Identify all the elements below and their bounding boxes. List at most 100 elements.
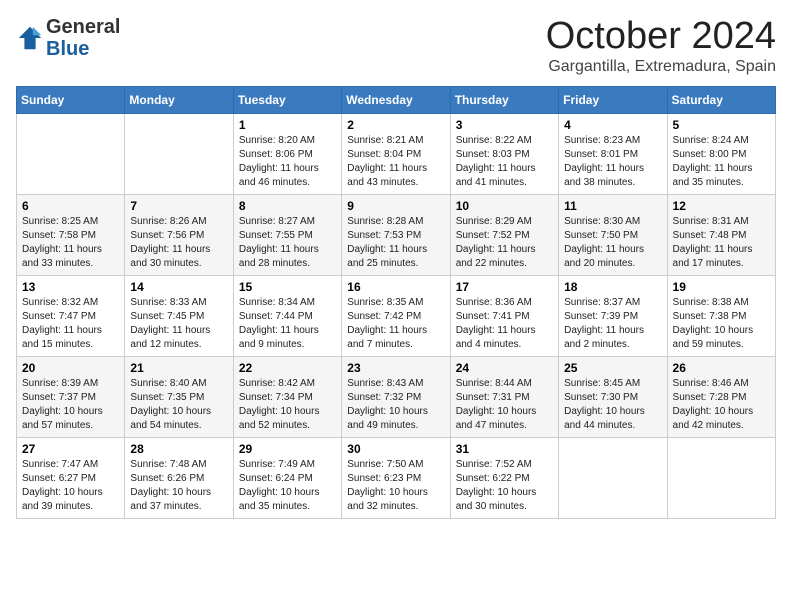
day-number: 12 xyxy=(673,199,770,213)
day-number: 9 xyxy=(347,199,444,213)
calendar-cell: 16Sunrise: 8:35 AM Sunset: 7:42 PM Dayli… xyxy=(342,275,450,356)
day-number: 21 xyxy=(130,361,227,375)
day-content: Sunrise: 8:31 AM Sunset: 7:48 PM Dayligh… xyxy=(673,215,770,271)
day-number: 16 xyxy=(347,280,444,294)
calendar-cell: 2 Sunrise: 8:21 AM Sunset: 8:04 PM Daylig… xyxy=(342,113,450,194)
calendar-body: 1 Sunrise: 8:20 AM Sunset: 8:06 PM Daylig… xyxy=(17,113,776,518)
logo-blue: Blue xyxy=(46,38,89,60)
day-content: Sunrise: 8:39 AM Sunset: 7:37 PM Dayligh… xyxy=(22,377,119,433)
logo-icon xyxy=(16,24,44,52)
day-content: Sunrise: 8:28 AM Sunset: 7:53 PM Dayligh… xyxy=(347,215,444,271)
day-content: Sunrise: 8:37 AM Sunset: 7:39 PM Dayligh… xyxy=(564,296,661,352)
day-header-monday: Monday xyxy=(125,86,233,113)
day-content: Sunrise: 8:46 AM Sunset: 7:28 PM Dayligh… xyxy=(673,377,770,433)
day-header-wednesday: Wednesday xyxy=(342,86,450,113)
logo-text: General Blue xyxy=(46,16,120,60)
day-content: Sunrise: 8:45 AM Sunset: 7:30 PM Dayligh… xyxy=(564,377,661,433)
day-content: Sunrise: 8:30 AM Sunset: 7:50 PM Dayligh… xyxy=(564,215,661,271)
day-content: Sunrise: 8:38 AM Sunset: 7:38 PM Dayligh… xyxy=(673,296,770,352)
day-header-tuesday: Tuesday xyxy=(233,86,341,113)
calendar-table: SundayMondayTuesdayWednesdayThursdayFrid… xyxy=(16,86,776,519)
day-number: 14 xyxy=(130,280,227,294)
day-content: Sunrise: 8:33 AM Sunset: 7:45 PM Dayligh… xyxy=(130,296,227,352)
day-number: 25 xyxy=(564,361,661,375)
day-content: Sunrise: 8:34 AM Sunset: 7:44 PM Dayligh… xyxy=(239,296,336,352)
day-number: 10 xyxy=(456,199,553,213)
day-number: 23 xyxy=(347,361,444,375)
calendar-cell: 29Sunrise: 7:49 AM Sunset: 6:24 PM Dayli… xyxy=(233,437,341,518)
day-header-friday: Friday xyxy=(559,86,667,113)
calendar-week-3: 13 Sunrise: 8:32 AM Sunset: 7:47 PM Dayli… xyxy=(17,275,776,356)
calendar-cell: 15 Sunrise: 8:34 AM Sunset: 7:44 PM Dayli… xyxy=(233,275,341,356)
calendar-cell: 10 Sunrise: 8:29 AM Sunset: 7:52 PM Dayli… xyxy=(450,194,558,275)
day-number: 22 xyxy=(239,361,336,375)
day-content: Sunrise: 8:44 AM Sunset: 7:31 PM Dayligh… xyxy=(456,377,553,433)
calendar-week-2: 6 Sunrise: 8:25 AM Sunset: 7:58 PM Daylig… xyxy=(17,194,776,275)
calendar-cell: 22 Sunrise: 8:42 AM Sunset: 7:34 PM Dayli… xyxy=(233,356,341,437)
day-content: Sunrise: 8:42 AM Sunset: 7:34 PM Dayligh… xyxy=(239,377,336,433)
day-number: 20 xyxy=(22,361,119,375)
day-number: 17 xyxy=(456,280,553,294)
day-number: 6 xyxy=(22,199,119,213)
calendar-cell: 11 Sunrise: 8:30 AM Sunset: 7:50 PM Dayli… xyxy=(559,194,667,275)
day-number: 18 xyxy=(564,280,661,294)
day-header-sunday: Sunday xyxy=(17,86,125,113)
calendar-cell: 23Sunrise: 8:43 AM Sunset: 7:32 PM Dayli… xyxy=(342,356,450,437)
calendar-cell: 8Sunrise: 8:27 AM Sunset: 7:55 PM Daylig… xyxy=(233,194,341,275)
calendar-cell: 18 Sunrise: 8:37 AM Sunset: 7:39 PM Dayli… xyxy=(559,275,667,356)
calendar-cell: 19 Sunrise: 8:38 AM Sunset: 7:38 PM Dayli… xyxy=(667,275,775,356)
calendar-cell: 7 Sunrise: 8:26 AM Sunset: 7:56 PM Daylig… xyxy=(125,194,233,275)
day-content: Sunrise: 7:48 AM Sunset: 6:26 PM Dayligh… xyxy=(130,458,227,514)
calendar-cell xyxy=(125,113,233,194)
location-title: Gargantilla, Extremadura, Spain xyxy=(546,58,776,76)
calendar-cell: 21Sunrise: 8:40 AM Sunset: 7:35 PM Dayli… xyxy=(125,356,233,437)
day-content: Sunrise: 8:36 AM Sunset: 7:41 PM Dayligh… xyxy=(456,296,553,352)
day-content: Sunrise: 8:22 AM Sunset: 8:03 PM Dayligh… xyxy=(456,134,553,190)
day-number: 1 xyxy=(239,118,336,132)
calendar-cell: 1 Sunrise: 8:20 AM Sunset: 8:06 PM Daylig… xyxy=(233,113,341,194)
day-number: 26 xyxy=(673,361,770,375)
day-number: 8 xyxy=(239,199,336,213)
day-content: Sunrise: 8:21 AM Sunset: 8:04 PM Dayligh… xyxy=(347,134,444,190)
day-number: 11 xyxy=(564,199,661,213)
calendar-cell: 9 Sunrise: 8:28 AM Sunset: 7:53 PM Daylig… xyxy=(342,194,450,275)
day-number: 13 xyxy=(22,280,119,294)
day-number: 4 xyxy=(564,118,661,132)
day-content: Sunrise: 8:32 AM Sunset: 7:47 PM Dayligh… xyxy=(22,296,119,352)
day-number: 15 xyxy=(239,280,336,294)
day-number: 2 xyxy=(347,118,444,132)
day-number: 24 xyxy=(456,361,553,375)
month-title: October 2024 xyxy=(546,16,776,58)
day-content: Sunrise: 7:49 AM Sunset: 6:24 PM Dayligh… xyxy=(239,458,336,514)
day-number: 19 xyxy=(673,280,770,294)
logo-general: General xyxy=(46,16,120,38)
calendar-cell xyxy=(17,113,125,194)
calendar-cell xyxy=(559,437,667,518)
calendar-cell: 27Sunrise: 7:47 AM Sunset: 6:27 PM Dayli… xyxy=(17,437,125,518)
calendar-cell: 3Sunrise: 8:22 AM Sunset: 8:03 PM Daylig… xyxy=(450,113,558,194)
calendar-cell: 6 Sunrise: 8:25 AM Sunset: 7:58 PM Daylig… xyxy=(17,194,125,275)
day-content: Sunrise: 8:26 AM Sunset: 7:56 PM Dayligh… xyxy=(130,215,227,271)
calendar-cell: 28Sunrise: 7:48 AM Sunset: 6:26 PM Dayli… xyxy=(125,437,233,518)
day-content: Sunrise: 8:23 AM Sunset: 8:01 PM Dayligh… xyxy=(564,134,661,190)
calendar-cell: 12 Sunrise: 8:31 AM Sunset: 7:48 PM Dayli… xyxy=(667,194,775,275)
day-number: 30 xyxy=(347,442,444,456)
day-content: Sunrise: 7:47 AM Sunset: 6:27 PM Dayligh… xyxy=(22,458,119,514)
calendar-cell: 31 Sunrise: 7:52 AM Sunset: 6:22 PM Dayli… xyxy=(450,437,558,518)
day-content: Sunrise: 8:20 AM Sunset: 8:06 PM Dayligh… xyxy=(239,134,336,190)
day-content: Sunrise: 8:24 AM Sunset: 8:00 PM Dayligh… xyxy=(673,134,770,190)
day-content: Sunrise: 7:50 AM Sunset: 6:23 PM Dayligh… xyxy=(347,458,444,514)
logo: General Blue xyxy=(16,16,120,60)
page-header: General Blue October 2024 Gargantilla, E… xyxy=(16,16,776,76)
day-number: 31 xyxy=(456,442,553,456)
calendar-cell: 13 Sunrise: 8:32 AM Sunset: 7:47 PM Dayli… xyxy=(17,275,125,356)
day-number: 7 xyxy=(130,199,227,213)
calendar-cell: 5 Sunrise: 8:24 AM Sunset: 8:00 PM Daylig… xyxy=(667,113,775,194)
day-content: Sunrise: 7:52 AM Sunset: 6:22 PM Dayligh… xyxy=(456,458,553,514)
calendar-cell: 24 Sunrise: 8:44 AM Sunset: 7:31 PM Dayli… xyxy=(450,356,558,437)
day-number: 5 xyxy=(673,118,770,132)
day-content: Sunrise: 8:29 AM Sunset: 7:52 PM Dayligh… xyxy=(456,215,553,271)
day-content: Sunrise: 8:25 AM Sunset: 7:58 PM Dayligh… xyxy=(22,215,119,271)
calendar-week-5: 27Sunrise: 7:47 AM Sunset: 6:27 PM Dayli… xyxy=(17,437,776,518)
calendar-cell: 25 Sunrise: 8:45 AM Sunset: 7:30 PM Dayli… xyxy=(559,356,667,437)
